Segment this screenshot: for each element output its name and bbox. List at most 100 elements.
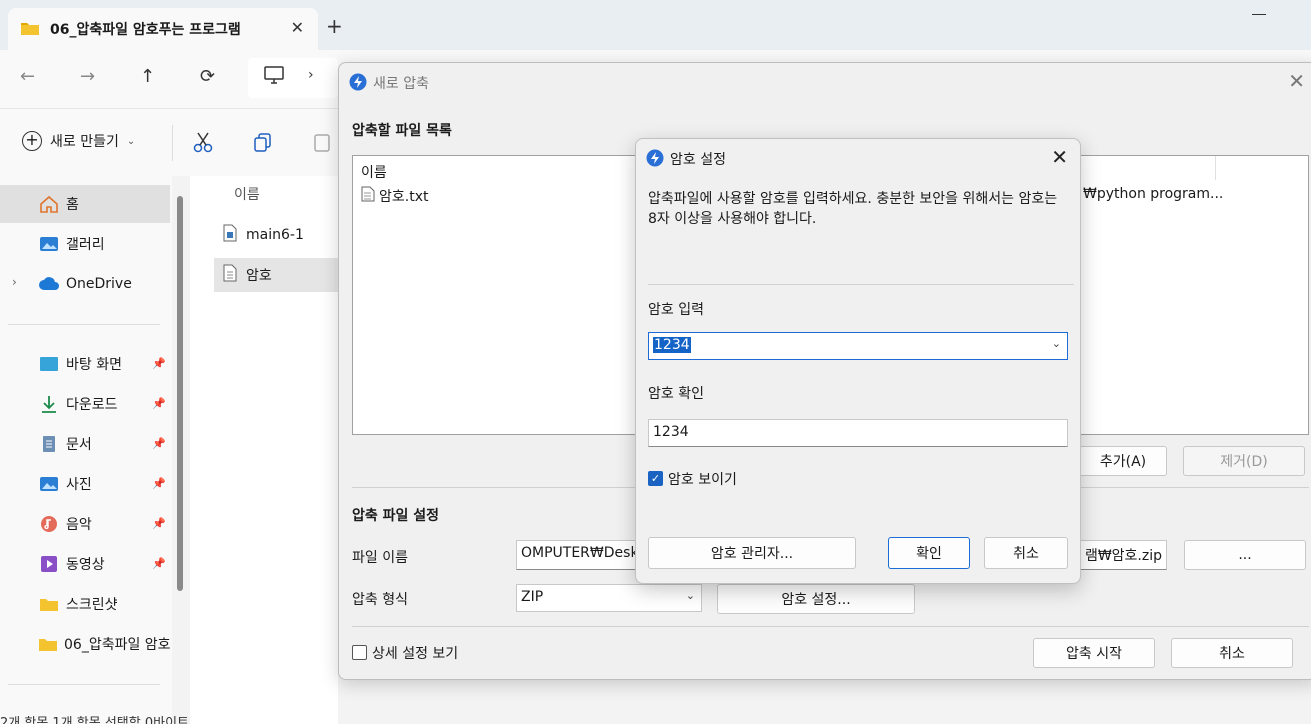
file-name: main6-1 — [246, 227, 304, 243]
folder-icon — [38, 634, 58, 654]
chevron-down-icon: ⌄ — [126, 135, 136, 147]
dialog-title: 암호 설정 — [670, 152, 726, 168]
text-file-icon — [222, 264, 238, 286]
section-divider — [352, 626, 1309, 627]
sidebar-item-label: 바탕 화면 — [66, 357, 122, 373]
sidebar-item-pictures[interactable]: 사진 📌 — [0, 465, 170, 503]
sidebar-item-screenshots[interactable]: 스크린샷 — [0, 585, 170, 623]
onedrive-icon — [38, 274, 60, 294]
sidebar-divider — [8, 324, 160, 325]
forward-arrow-icon[interactable]: → — [80, 66, 95, 87]
back-arrow-icon[interactable]: ← — [20, 66, 35, 87]
pin-icon[interactable]: 📌 — [152, 477, 166, 490]
explorer-tab[interactable]: 06_압축파일 암호푸는 프로그램 ✕ — [8, 8, 318, 50]
sidebar-item-videos[interactable]: 동영상 📌 — [0, 545, 170, 583]
list-item[interactable]: main6-1 — [214, 218, 338, 252]
close-icon[interactable]: ✕ — [1288, 69, 1305, 93]
pin-icon[interactable]: 📌 — [152, 397, 166, 410]
show-password-checkbox[interactable]: ✓ — [648, 471, 663, 486]
sidebar-item-documents[interactable]: 문서 📌 — [0, 425, 170, 463]
sidebar-item-home[interactable]: 홈 — [0, 185, 170, 223]
sidebar-item-gallery[interactable]: 갤러리 — [0, 225, 170, 263]
password-input[interactable]: 1234 ⌄ — [648, 332, 1068, 360]
home-icon — [38, 194, 60, 214]
list-item[interactable]: 암호.txt — [361, 186, 428, 206]
cut-icon[interactable] — [192, 131, 214, 157]
minimize-icon[interactable] — [1252, 14, 1266, 15]
sidebar-item-label: 06_압축파일 암호 — [64, 637, 170, 653]
start-compress-button[interactable]: 압축 시작 — [1033, 638, 1155, 668]
confirm-label: 암호 확인 — [648, 386, 704, 402]
file-path: ₩python program... — [1083, 186, 1224, 202]
show-password-label: 암호 보이기 — [668, 472, 737, 488]
column-header-name[interactable]: 이름 — [234, 184, 260, 204]
pin-icon[interactable]: 📌 — [152, 437, 166, 450]
filename-field-end[interactable]: 램₩암호.zip — [1079, 540, 1167, 570]
pin-icon[interactable]: 📌 — [152, 357, 166, 370]
cancel-button[interactable]: 취소 — [984, 537, 1068, 569]
browse-button[interactable]: ... — [1184, 540, 1306, 570]
app-logo-icon — [349, 73, 367, 95]
chevron-right-icon[interactable]: › — [12, 275, 17, 289]
password-label: 암호 입력 — [648, 302, 704, 318]
filename-field[interactable]: OMPUTER₩Deskt — [516, 540, 650, 570]
chevron-right-icon: › — [308, 67, 314, 83]
tab-close-icon[interactable]: ✕ — [291, 18, 304, 37]
file-name: 암호 — [246, 268, 272, 284]
pin-icon[interactable]: 📌 — [152, 557, 166, 570]
section-divider — [648, 284, 1074, 285]
password-dialog: 암호 설정 ✕ 압축파일에 사용할 암호를 입력하세요. 충분한 보안을 위해서… — [635, 138, 1081, 584]
desktop-icon — [38, 354, 60, 374]
sidebar-item-label: 문서 — [66, 437, 92, 453]
sidebar-item-onedrive[interactable]: › OneDrive — [0, 265, 170, 303]
sidebar-item-label: 사진 — [66, 477, 92, 493]
up-arrow-icon[interactable]: ↑ — [140, 66, 155, 87]
gallery-icon — [38, 234, 60, 254]
password-manager-button[interactable]: 암호 관리자... — [648, 537, 856, 569]
column-divider — [1215, 156, 1216, 180]
document-icon — [38, 434, 60, 454]
ok-button[interactable]: 확인 — [888, 537, 970, 569]
music-icon — [38, 514, 60, 534]
password-settings-button[interactable]: 암호 설정... — [717, 584, 915, 614]
password-value: 1234 — [653, 337, 691, 353]
tab-title: 06_압축파일 암호푸는 프로그램 — [50, 22, 241, 38]
add-button[interactable]: 추가(A) — [1079, 446, 1167, 476]
new-button-label: 새로 만들기 — [50, 134, 119, 150]
pictures-icon — [38, 474, 60, 494]
refresh-icon[interactable]: ⟳ — [200, 66, 215, 87]
copy-icon[interactable] — [252, 131, 274, 157]
sidebar-item-label: 동영상 — [66, 557, 105, 573]
app-logo-icon — [646, 149, 664, 171]
sidebar-item-desktop[interactable]: 바탕 화면 📌 — [0, 345, 170, 383]
python-file-icon — [222, 224, 238, 246]
folder-icon — [38, 594, 60, 614]
sidebar-item-music[interactable]: 음악 📌 — [0, 505, 170, 543]
sidebar-item-folder[interactable]: 06_압축파일 암호 — [0, 625, 170, 663]
detail-settings-label: 상세 설정 보기 — [372, 646, 459, 662]
plus-icon: + — [22, 131, 42, 151]
detail-settings-checkbox[interactable] — [352, 645, 367, 660]
pin-icon[interactable]: 📌 — [152, 517, 166, 530]
settings-title: 압축 파일 설정 — [352, 508, 440, 524]
sidebar-item-downloads[interactable]: 다운로드 📌 — [0, 385, 170, 423]
address-bar[interactable]: › — [248, 58, 338, 98]
close-icon[interactable]: ✕ — [1051, 145, 1068, 169]
file-list-title: 압축할 파일 목록 — [352, 123, 452, 139]
sidebar-item-label: 홈 — [66, 197, 79, 213]
text-file-icon — [361, 186, 375, 206]
new-tab-button[interactable]: + — [326, 14, 343, 38]
list-item[interactable]: 암호 — [214, 258, 338, 292]
sidebar-divider — [8, 684, 160, 685]
file-name: 암호.txt — [379, 189, 429, 205]
new-button[interactable]: + 새로 만들기 ⌄ — [22, 131, 135, 151]
password-description: 압축파일에 사용할 암호를 입력하세요. 충분한 보안을 위해서는 암호는 8자… — [648, 191, 1058, 227]
paste-icon[interactable] — [312, 131, 334, 157]
confirm-input[interactable]: 1234 — [648, 419, 1068, 447]
sidebar-scrollbar[interactable] — [177, 196, 183, 591]
chevron-down-icon[interactable]: ⌄ — [1052, 337, 1061, 350]
cancel-button[interactable]: 취소 — [1171, 638, 1293, 668]
format-select[interactable]: ZIP ⌄ — [516, 584, 702, 612]
column-header-name[interactable]: 이름 — [361, 162, 387, 182]
remove-button[interactable]: 제거(D) — [1183, 446, 1305, 476]
